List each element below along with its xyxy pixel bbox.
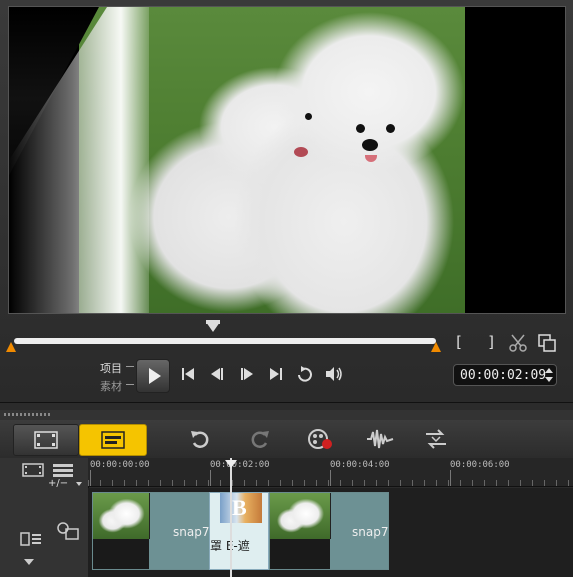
undo-icon[interactable]	[184, 424, 216, 454]
redo-icon[interactable]	[244, 424, 276, 454]
preview-panel: [ ] 项目 素材 00:00:02:09	[0, 0, 573, 403]
timeline-view-button[interactable]	[79, 424, 147, 456]
go-to-start-icon[interactable]	[177, 366, 199, 386]
video-viewer[interactable]	[8, 6, 566, 314]
ruler-label: 00:00:02:00	[210, 460, 270, 470]
track-manager-icon[interactable]	[22, 462, 44, 477]
trim-end-marker[interactable]	[431, 342, 441, 352]
play-button[interactable]	[136, 359, 170, 393]
track-settings-icon[interactable]	[20, 531, 42, 546]
mode-project-label[interactable]: 项目	[100, 360, 122, 376]
dog-eye	[356, 124, 365, 133]
panel-splitter[interactable]	[0, 410, 573, 420]
volume-icon[interactable]	[323, 366, 345, 386]
transition-label: 罩 E-遮	[210, 539, 250, 553]
dog-eye	[386, 124, 395, 133]
go-to-end-icon[interactable]	[265, 366, 287, 386]
mode-connector	[126, 366, 134, 367]
mode-clip-label[interactable]: 素材	[100, 378, 122, 394]
enlarge-preview-icon[interactable]	[537, 333, 557, 353]
storyboard-view-button[interactable]	[13, 424, 79, 456]
ruler-label: 00:00:00:00	[90, 460, 150, 470]
next-frame-icon[interactable]	[236, 366, 258, 386]
clip-thumbnail	[270, 493, 331, 539]
sound-mixer-icon[interactable]	[364, 424, 396, 454]
playhead-marker[interactable]	[225, 460, 237, 468]
clip-label: snap7	[352, 525, 389, 539]
list-view-icon[interactable]	[52, 462, 74, 477]
video-track-icon	[56, 521, 80, 541]
scrubber-handle-pointer[interactable]	[206, 322, 220, 332]
timecode-spinner-icon[interactable]	[544, 366, 554, 384]
puppy-mouth	[294, 147, 308, 157]
mark-out-button[interactable]: ]	[484, 332, 498, 352]
previous-frame-icon[interactable]	[206, 366, 228, 386]
add-remove-dropdown-icon[interactable]	[76, 482, 82, 486]
mode-connector	[126, 384, 134, 385]
ruler-label: 00:00:04:00	[330, 460, 390, 470]
clip-label: snap7	[173, 525, 210, 539]
expand-track-icon[interactable]	[24, 559, 34, 565]
mark-in-button[interactable]: [	[452, 332, 466, 352]
clip-thumbnail-base	[93, 539, 149, 569]
repeat-icon[interactable]	[294, 366, 316, 386]
transition-badge: B	[232, 495, 247, 520]
playhead[interactable]	[230, 458, 232, 577]
scrub-bar[interactable]	[14, 338, 436, 344]
grip-dots	[4, 413, 50, 416]
ruler-minor-ticks	[88, 480, 573, 486]
auto-music-icon[interactable]	[420, 424, 452, 454]
record-capture-icon[interactable]	[304, 424, 336, 454]
dog-nose	[362, 139, 378, 151]
dog-tongue	[365, 155, 377, 162]
timecode-display[interactable]: 00:00:02:09	[453, 364, 557, 386]
trim-start-marker[interactable]	[6, 342, 16, 352]
video-clip[interactable]: snap7	[92, 492, 210, 570]
timeline-ruler[interactable]: 00:00:00:00 00:00:02:00 00:00:04:00 00:0…	[88, 458, 573, 487]
ruler-label: 00:00:06:00	[450, 460, 510, 470]
track-headers: +/−	[0, 458, 89, 577]
clip-thumbnail-base	[270, 539, 330, 569]
timeline-toolbar	[0, 420, 573, 459]
puppy-eye	[305, 113, 312, 120]
add-remove-track-label[interactable]: +/−	[48, 478, 68, 489]
transition-clip[interactable]: B 罩 E-遮	[209, 492, 269, 570]
clip-thumbnail	[93, 493, 150, 539]
video-clip[interactable]: snap7	[269, 492, 389, 570]
scissors-icon[interactable]	[508, 333, 528, 353]
timecode-value: 00:00:02:09	[460, 368, 547, 383]
